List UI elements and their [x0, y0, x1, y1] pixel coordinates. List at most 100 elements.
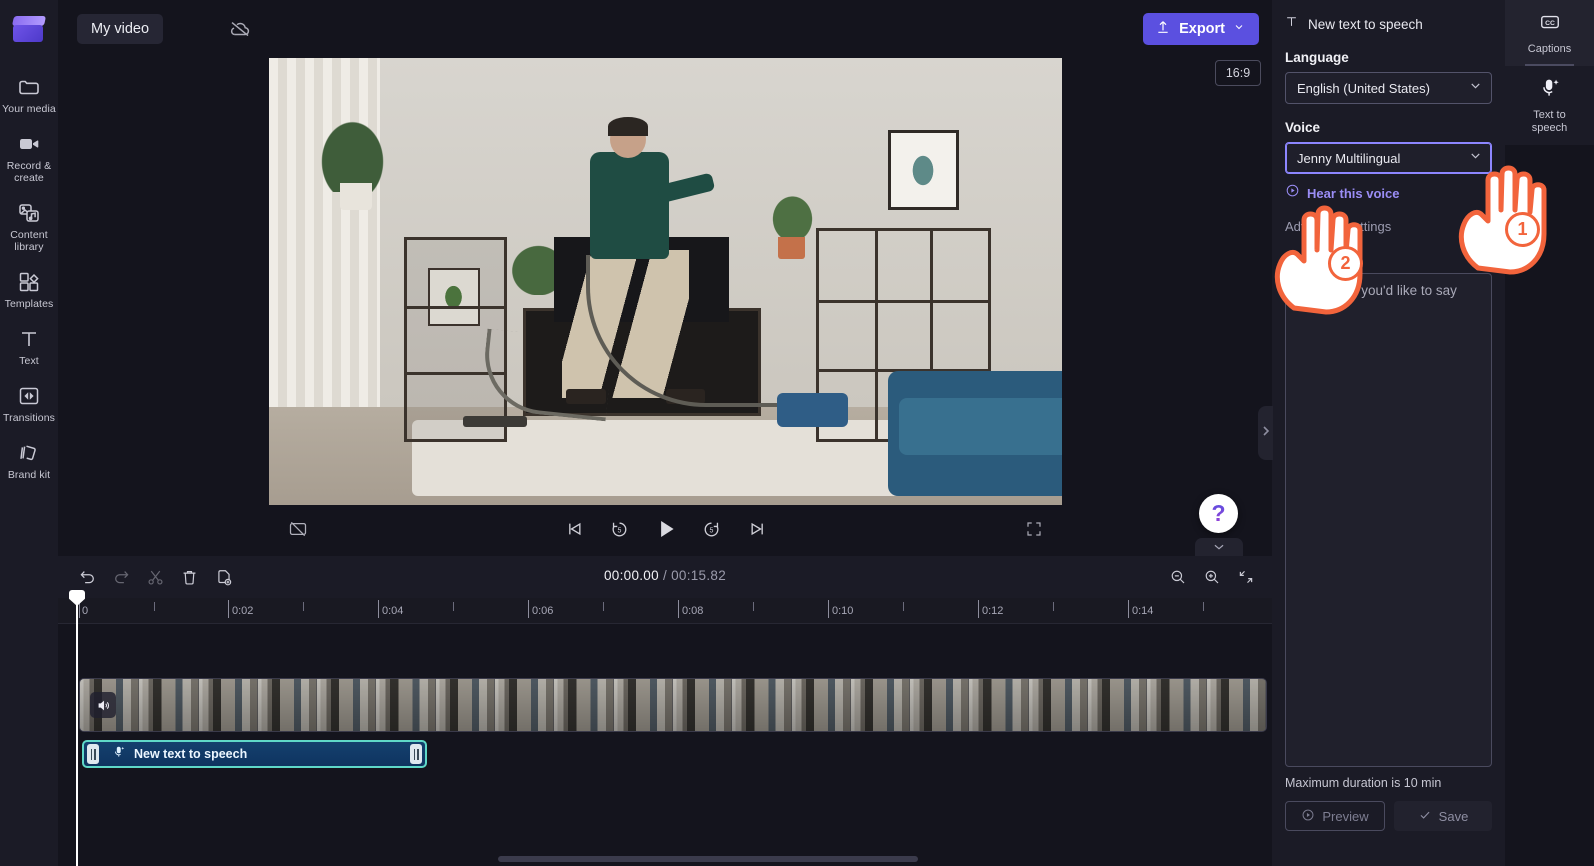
total-time: 00:15.82 [671, 568, 727, 583]
clapperboard-logo[interactable] [11, 14, 47, 46]
undo-button[interactable] [72, 563, 102, 591]
clipchamp-editor: Your media Record & create Content libra… [0, 0, 1594, 866]
right-panel-collapse-handle[interactable] [1258, 406, 1273, 460]
help-button[interactable]: ? [1199, 494, 1238, 533]
skip-previous-icon[interactable] [559, 515, 589, 543]
text-to-speech-input[interactable]: Type what you'd like to say [1285, 273, 1492, 767]
sidebar-item-label: Transitions [2, 412, 56, 424]
text-icon [17, 327, 41, 351]
skip-next-icon[interactable] [743, 515, 773, 543]
voice-select[interactable]: Jenny Multilingual [1285, 142, 1492, 174]
time-separator: / [658, 568, 672, 583]
ruler-label: 0:12 [982, 605, 1004, 617]
upload-icon [1155, 19, 1171, 39]
clip-trim-handle-left[interactable] [87, 744, 99, 764]
fit-to-screen-icon[interactable] [1232, 563, 1260, 591]
voice-label: Voice [1285, 120, 1321, 135]
sidebar-item-content-library[interactable]: Content library [0, 194, 58, 259]
svg-text:5: 5 [710, 527, 714, 534]
ruler-label: 0:02 [232, 605, 254, 617]
rewind-5-icon[interactable]: 5 [605, 515, 635, 543]
timeline-tracks[interactable]: New text to speech [58, 624, 1272, 866]
text-label: Text [1285, 251, 1312, 266]
trash-icon[interactable] [174, 563, 204, 591]
advanced-settings-toggle[interactable]: Advanced settings [1285, 217, 1492, 235]
timeline: 00:00.00 / 00:15.82 0 0:02 0:04 0:06 0:0… [58, 556, 1272, 866]
hear-this-voice-button[interactable]: Hear this voice [1285, 183, 1492, 203]
ruler-label: 0:10 [832, 605, 854, 617]
sidebar-item-text[interactable]: Text [0, 320, 58, 373]
step-badge-1: 1 [1505, 212, 1540, 247]
play-button[interactable] [651, 515, 681, 543]
folder-icon [17, 75, 41, 99]
video-clip[interactable] [79, 678, 1267, 732]
panel-body: Language English (United States) Voice J… [1272, 50, 1505, 831]
sidebar-item-transitions[interactable]: Transitions [0, 377, 58, 430]
export-button[interactable]: Export [1143, 13, 1259, 45]
preview-label: Preview [1322, 808, 1369, 824]
check-icon [1418, 808, 1432, 825]
transport-controls: 5 5 [269, 515, 1062, 543]
aspect-ratio-button[interactable]: 16:9 [1215, 60, 1261, 86]
panel-actions: Preview Save [1285, 801, 1492, 831]
sidebar-item-label: Your media [2, 103, 56, 115]
fullscreen-icon[interactable] [1020, 515, 1048, 543]
timeline-horizontal-scrollbar[interactable] [498, 856, 918, 862]
text-placeholder: Type what you'd like to say [1296, 283, 1457, 298]
project-name-input[interactable]: My video [77, 14, 164, 44]
sidebar-item-label: Brand kit [7, 469, 51, 481]
redo-button[interactable] [106, 563, 136, 591]
language-select[interactable]: English (United States) [1285, 72, 1492, 104]
timeline-ruler[interactable]: 0 0:02 0:04 0:06 0:08 0:10 0:12 0:14 [58, 598, 1272, 624]
editor-stage: My video Export 16:9 5 5 [58, 0, 1272, 556]
text-to-speech-clip[interactable]: New text to speech [82, 740, 427, 768]
current-time: 00:00.00 [603, 568, 659, 583]
preview-button[interactable]: Preview [1285, 801, 1385, 831]
duplicate-icon[interactable] [208, 563, 238, 591]
video-canvas [269, 58, 1062, 505]
player-controls: 5 5 [269, 505, 1062, 555]
video-scene-image [269, 58, 1062, 505]
sidebar-item-label: Text [19, 355, 39, 367]
sidebar-item-label: Content library [10, 229, 48, 253]
tab-label: Text to speech [1531, 109, 1568, 134]
ruler-label: 0 [82, 605, 89, 617]
cloud-off-icon[interactable] [226, 16, 254, 42]
speaker-icon[interactable] [90, 692, 116, 718]
tab-text-to-speech[interactable]: Text to speech [1505, 66, 1594, 145]
timeline-zoom-controls [1164, 563, 1260, 591]
play-circle-icon [1301, 808, 1315, 825]
left-sidebar: Your media Record & create Content libra… [0, 0, 58, 866]
chevron-down-icon [1468, 148, 1483, 168]
max-duration-hint: Maximum duration is 10 min [1285, 776, 1442, 790]
chevron-down-icon [1233, 21, 1245, 37]
sidebar-item-label: Record & create [6, 160, 52, 184]
text-to-speech-icon [112, 745, 126, 764]
play-circle-icon [1285, 183, 1300, 203]
scissors-icon[interactable] [140, 563, 170, 591]
clip-trim-handle-right[interactable] [410, 744, 422, 764]
brand-kit-icon [17, 441, 41, 465]
sidebar-item-record-create[interactable]: Record & create [0, 125, 58, 190]
save-button[interactable]: Save [1394, 801, 1492, 831]
sidebar-item-templates[interactable]: Templates [0, 263, 58, 316]
panel-header: New text to speech [1272, 0, 1505, 34]
export-label: Export [1179, 21, 1225, 37]
content-library-icon [17, 201, 41, 225]
voice-value: Jenny Multilingual [1297, 150, 1401, 166]
zoom-out-icon[interactable] [1164, 563, 1192, 591]
ruler-label: 0:06 [532, 605, 554, 617]
playhead[interactable] [69, 590, 85, 866]
svg-text:CC: CC [1545, 20, 1555, 27]
timeline-collapse-button[interactable] [1195, 538, 1243, 558]
step-badge-2: 2 [1328, 246, 1363, 281]
video-preview[interactable] [269, 58, 1062, 505]
timecode-display: 00:00.00 / 00:15.82 [58, 568, 1272, 583]
clip-label: New text to speech [134, 747, 248, 761]
sidebar-item-your-media[interactable]: Your media [0, 68, 58, 121]
zoom-in-icon[interactable] [1198, 563, 1226, 591]
tab-captions[interactable]: CC Captions [1505, 0, 1594, 66]
ruler-label: 0:08 [682, 605, 704, 617]
sidebar-item-brand-kit[interactable]: Brand kit [0, 434, 58, 487]
forward-5-icon[interactable]: 5 [697, 515, 727, 543]
